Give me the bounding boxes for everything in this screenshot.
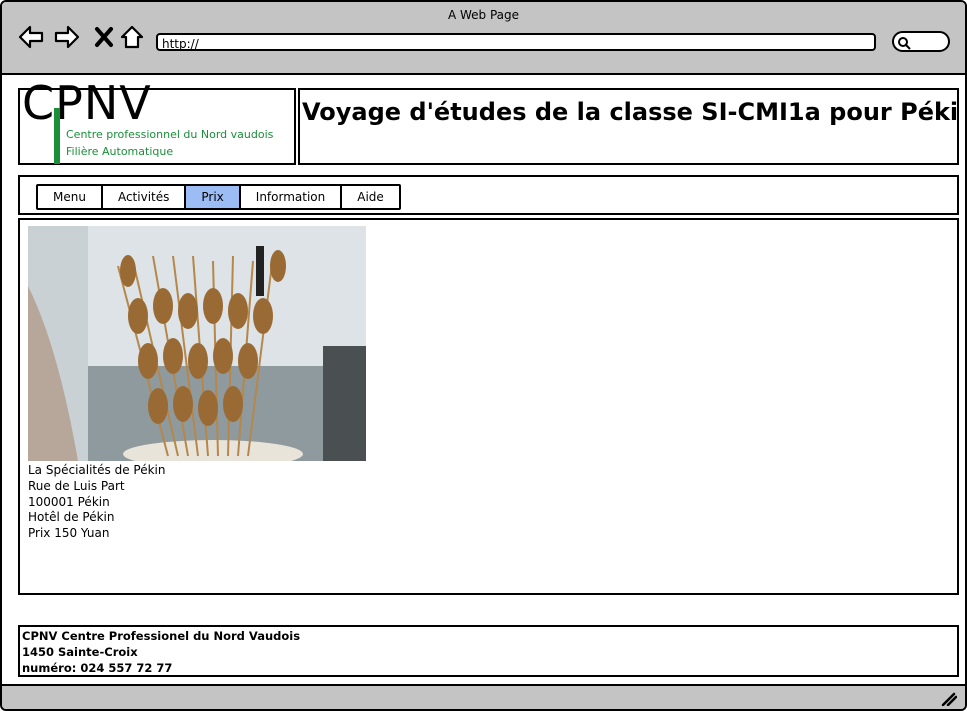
resize-grip-icon[interactable] bbox=[941, 692, 957, 706]
page-header: Voyage d'études de la classe SI-CMI1a po… bbox=[298, 88, 959, 165]
tab-menu[interactable]: Menu bbox=[38, 186, 103, 208]
food-photo bbox=[28, 226, 366, 461]
logo-line-1: Centre professionnel du Nord vaudois bbox=[66, 128, 274, 141]
search-field[interactable] bbox=[892, 31, 950, 52]
info-line: La Spécialités de Pékin bbox=[28, 463, 166, 477]
info-line: Prix 150 Yuan bbox=[28, 526, 110, 541]
browser-window: A Web Page http:// CPNV Centre professio… bbox=[0, 0, 967, 711]
info-line: Rue de Luis Part bbox=[28, 478, 125, 493]
tab-activites[interactable]: Activités bbox=[103, 186, 187, 208]
browser-chrome: A Web Page http:// bbox=[2, 2, 965, 75]
page-title: Voyage d'études de la classe SI-CMI1a po… bbox=[302, 98, 959, 126]
footer-line-2: 1450 Sainte-Croix bbox=[22, 645, 138, 659]
logo-bar bbox=[54, 108, 60, 164]
logo-box: CPNV Centre professionnel du Nord vaudoi… bbox=[18, 76, 296, 165]
nav-bar: Menu Activités Prix Information Aide bbox=[18, 175, 959, 215]
search-icon bbox=[898, 37, 911, 50]
logo-line-2: Filière Automatique bbox=[66, 145, 174, 158]
window-title: A Web Page bbox=[447, 8, 520, 22]
tab-information[interactable]: Information bbox=[241, 186, 343, 208]
forward-arrow-icon[interactable] bbox=[54, 24, 80, 50]
url-bar[interactable]: http:// bbox=[156, 33, 876, 51]
info-line: 100001 Pékin bbox=[28, 494, 110, 509]
logo-mark: CPNV bbox=[22, 76, 152, 130]
info-line: Hotêl de Pékin bbox=[28, 510, 115, 525]
page-footer: CPNV Centre Professionel du Nord Vaudois… bbox=[18, 625, 959, 677]
tab-bar: Menu Activités Prix Information Aide bbox=[36, 184, 401, 210]
scorpion-skewers-image bbox=[28, 226, 366, 461]
home-icon[interactable] bbox=[119, 24, 145, 50]
tab-aide[interactable]: Aide bbox=[342, 186, 399, 208]
tab-prix[interactable]: Prix bbox=[186, 186, 241, 208]
footer-line-1: CPNV Centre Professionel du Nord Vaudois bbox=[22, 629, 301, 643]
stop-icon[interactable] bbox=[91, 24, 117, 50]
product-info: La Spécialités de Pékin Rue de Luis Part… bbox=[28, 463, 165, 542]
footer-line-3: numéro: 024 557 72 77 bbox=[22, 661, 173, 675]
back-arrow-icon[interactable] bbox=[18, 24, 44, 50]
url-text: http:// bbox=[162, 37, 199, 51]
status-bar bbox=[2, 684, 965, 709]
footer-text: CPNV Centre Professionel du Nord Vaudois… bbox=[22, 628, 300, 676]
content-area: La Spécialités de Pékin Rue de Luis Part… bbox=[18, 218, 959, 595]
